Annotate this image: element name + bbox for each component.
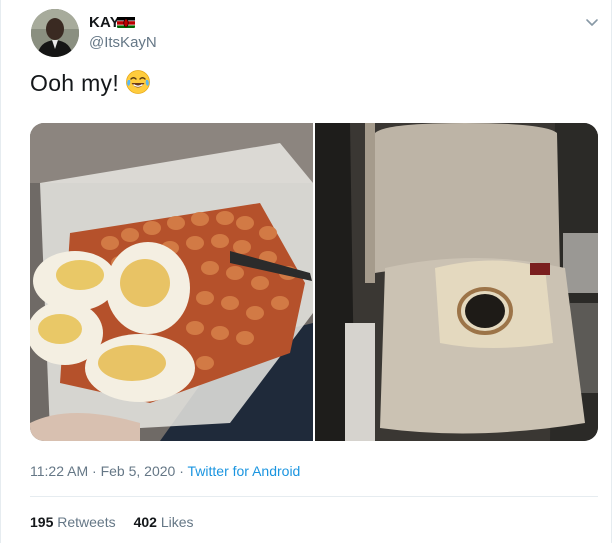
tweet-date[interactable]: Feb 5, 2020 [101, 463, 176, 479]
avatar[interactable] [31, 9, 79, 57]
tweet-media [30, 123, 598, 441]
face-with-tears-of-joy-icon [125, 69, 151, 95]
chevron-down-icon[interactable] [582, 12, 602, 32]
tweet-time[interactable]: 11:22 AM [30, 463, 88, 479]
photo-baked-beans-eggs[interactable] [30, 123, 313, 441]
tweet-stats: 195 Retweets 402 Likes [30, 514, 194, 530]
likes-label: Likes [160, 514, 194, 530]
meta-separator: · [179, 463, 184, 479]
tweet-source-link[interactable]: Twitter for Android [188, 463, 301, 479]
user-handle[interactable]: @ItsKayN [89, 34, 157, 51]
card-right-border [611, 0, 612, 543]
retweets-stat[interactable]: 195 Retweets [30, 514, 116, 530]
retweets-count: 195 [30, 514, 54, 530]
likes-stat[interactable]: 402 Likes [134, 514, 194, 530]
photo-burnt-car-seat[interactable] [315, 123, 598, 441]
meta-separator: · [92, 463, 97, 479]
display-name[interactable]: KAY [89, 14, 120, 31]
tweet-meta: 11:22 AM · Feb 5, 2020 · Twitter for And… [30, 463, 300, 479]
tweet-text: Ooh my! [30, 70, 120, 96]
retweets-label: Retweets [57, 514, 116, 530]
kenya-flag-icon [117, 16, 135, 28]
card-left-border [0, 0, 1, 543]
stats-divider [30, 496, 598, 497]
likes-count: 402 [133, 514, 157, 530]
tweet-card: KAY @ItsKayN Ooh my! 11:22 AM · Feb 5, 2… [0, 0, 614, 543]
